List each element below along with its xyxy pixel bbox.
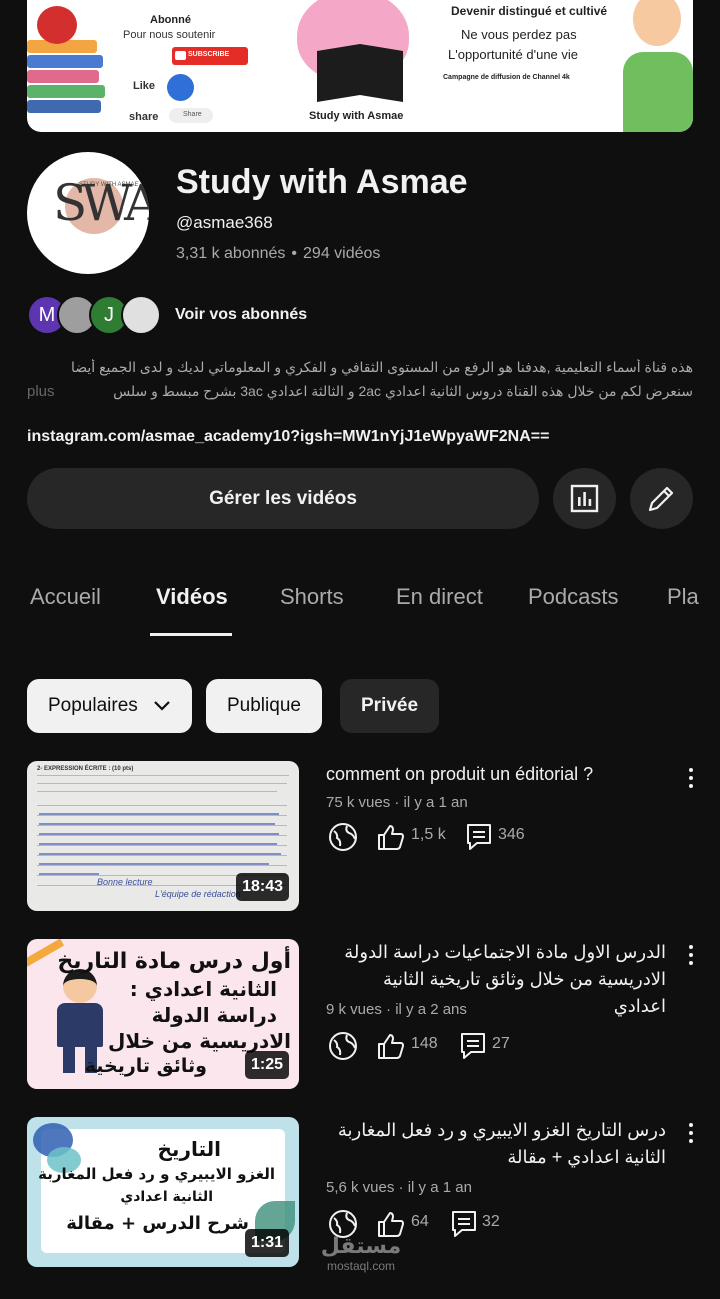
channel-stats: 3,31 k abonnés • 294 vidéos	[176, 245, 380, 263]
watermark: مستقل mostaql.com	[320, 1234, 402, 1273]
edit-channel-button[interactable]	[630, 468, 693, 529]
tab-playlists[interactable]: Pla	[667, 584, 699, 610]
tab-accueil[interactable]: Accueil	[30, 584, 101, 610]
video-thumbnail[interactable]: أول درس مادة التاريخ الثانية اعدادي : در…	[27, 939, 299, 1089]
book-icon	[317, 44, 403, 102]
video-count: 294 vidéos	[303, 245, 381, 262]
channel-description[interactable]: هذه قناة أسماء التعليمية ,هدفنا هو الرفع…	[27, 359, 693, 376]
video-meta: 75 k vues · il y a 1 an	[326, 794, 468, 811]
student-character	[615, 0, 693, 132]
banner-line-2: Ne vous perdez pas	[461, 27, 577, 42]
banner-share-label: share	[129, 111, 159, 123]
comment-icon[interactable]	[450, 1209, 478, 1239]
video-title[interactable]: درس التاريخ الغزو الايبيري و رد فعل المغ…	[326, 1117, 666, 1171]
thumbs-up-icon[interactable]	[376, 1031, 406, 1061]
video-duration: 1:31	[244, 1229, 289, 1257]
video-meta: 9 k vues · il y a 2 ans	[326, 1001, 467, 1018]
channel-name: Study with Asmae	[176, 163, 468, 201]
channel-handle: @asmae368	[176, 213, 273, 232]
analytics-button[interactable]	[553, 468, 616, 529]
more-options-icon[interactable]	[683, 1121, 699, 1145]
filter-public-chip[interactable]: Publique	[206, 679, 322, 733]
comment-count: 32	[482, 1213, 500, 1230]
books-illustration	[27, 40, 105, 116]
tab-videos[interactable]: Vidéos	[156, 584, 228, 610]
subscriber-count: 3,31 k abonnés	[176, 245, 286, 262]
video-thumbnail[interactable]: التاريخ الغزو الايبيري و رد فعل المغاربة…	[27, 1117, 299, 1267]
video-duration: 1:25	[244, 1051, 289, 1079]
video-meta: 5,6 k vues · il y a 1 an	[326, 1179, 472, 1196]
subscriber-avatar	[121, 295, 161, 335]
like-count: 1,5 k	[411, 826, 446, 843]
channel-link[interactable]: instagram.com/asmae_academy10?igsh=MW1nY…	[27, 428, 549, 446]
active-tab-indicator	[150, 633, 232, 636]
channel-tabs: Accueil Vidéos Shorts En direct Podcasts…	[0, 570, 720, 640]
filter-private-chip[interactable]: Privée	[340, 679, 440, 733]
apple-icon	[37, 6, 77, 44]
banner-support: Pour nous soutenir	[123, 29, 216, 41]
banner-line-3: L'opportunité d'une vie	[448, 47, 579, 62]
video-title[interactable]: comment on produit un éditorial ?	[326, 761, 666, 788]
banner-share-button: Share	[169, 108, 213, 123]
banner-subscribe: SUBSCRIBE	[172, 47, 248, 65]
channel-description[interactable]: سنعرض لكم من خلال هذه القناة دروس الثاني…	[27, 383, 693, 400]
banner-line-4: Campagne de diffusion de Channel 4k	[443, 74, 570, 81]
comment-count: 27	[492, 1035, 510, 1052]
comment-icon[interactable]	[459, 1031, 487, 1061]
thumbs-up-icon[interactable]	[376, 822, 406, 852]
chevron-down-icon	[154, 701, 170, 711]
video-actions: 1,5 k 346	[326, 820, 626, 854]
youtube-icon	[175, 51, 186, 60]
channel-banner: Abonné Pour nous soutenir SUBSCRIBE Like…	[27, 0, 693, 132]
sort-popular-chip[interactable]: Populaires	[27, 679, 193, 733]
tab-podcasts[interactable]: Podcasts	[528, 584, 619, 610]
banner-like-label: Like	[133, 80, 156, 92]
banner-line-1: Devenir distingué et cultivé	[451, 4, 608, 18]
video-actions: 148 27	[326, 1029, 626, 1063]
tab-en-direct[interactable]: En direct	[396, 584, 483, 610]
channel-avatar[interactable]: STUDY WITH ASMAE SWA	[27, 152, 149, 274]
manage-videos-button[interactable]: Gérer les vidéos	[27, 468, 539, 529]
more-link[interactable]: plus	[27, 383, 55, 400]
globe-icon[interactable]	[328, 1031, 358, 1061]
comment-count: 346	[498, 826, 525, 843]
banner-caption: Study with Asmae	[309, 110, 404, 122]
like-count: 64	[411, 1213, 429, 1230]
avatar-logo: SWA	[53, 174, 149, 232]
thumbs-up-icon	[167, 74, 194, 101]
globe-icon[interactable]	[328, 822, 358, 852]
tab-shorts[interactable]: Shorts	[280, 584, 344, 610]
more-options-icon[interactable]	[683, 766, 699, 790]
comment-icon[interactable]	[465, 822, 493, 852]
video-duration: 18:43	[236, 873, 289, 901]
video-item[interactable]: أول درس مادة التاريخ الثانية اعدادي : در…	[27, 939, 699, 1089]
stats-separator: •	[291, 245, 298, 262]
pencil-icon	[648, 486, 674, 512]
more-options-icon[interactable]	[683, 943, 699, 967]
analytics-icon	[570, 484, 599, 513]
see-subscribers-link[interactable]: Voir vos abonnés	[175, 306, 307, 324]
video-item[interactable]: 2- EXPRESSION ÉCRITE : (10 pts) Bonne le…	[27, 761, 699, 911]
banner-abonne: Abonné	[150, 14, 191, 26]
video-thumbnail[interactable]: 2- EXPRESSION ÉCRITE : (10 pts) Bonne le…	[27, 761, 299, 911]
like-count: 148	[411, 1035, 438, 1052]
